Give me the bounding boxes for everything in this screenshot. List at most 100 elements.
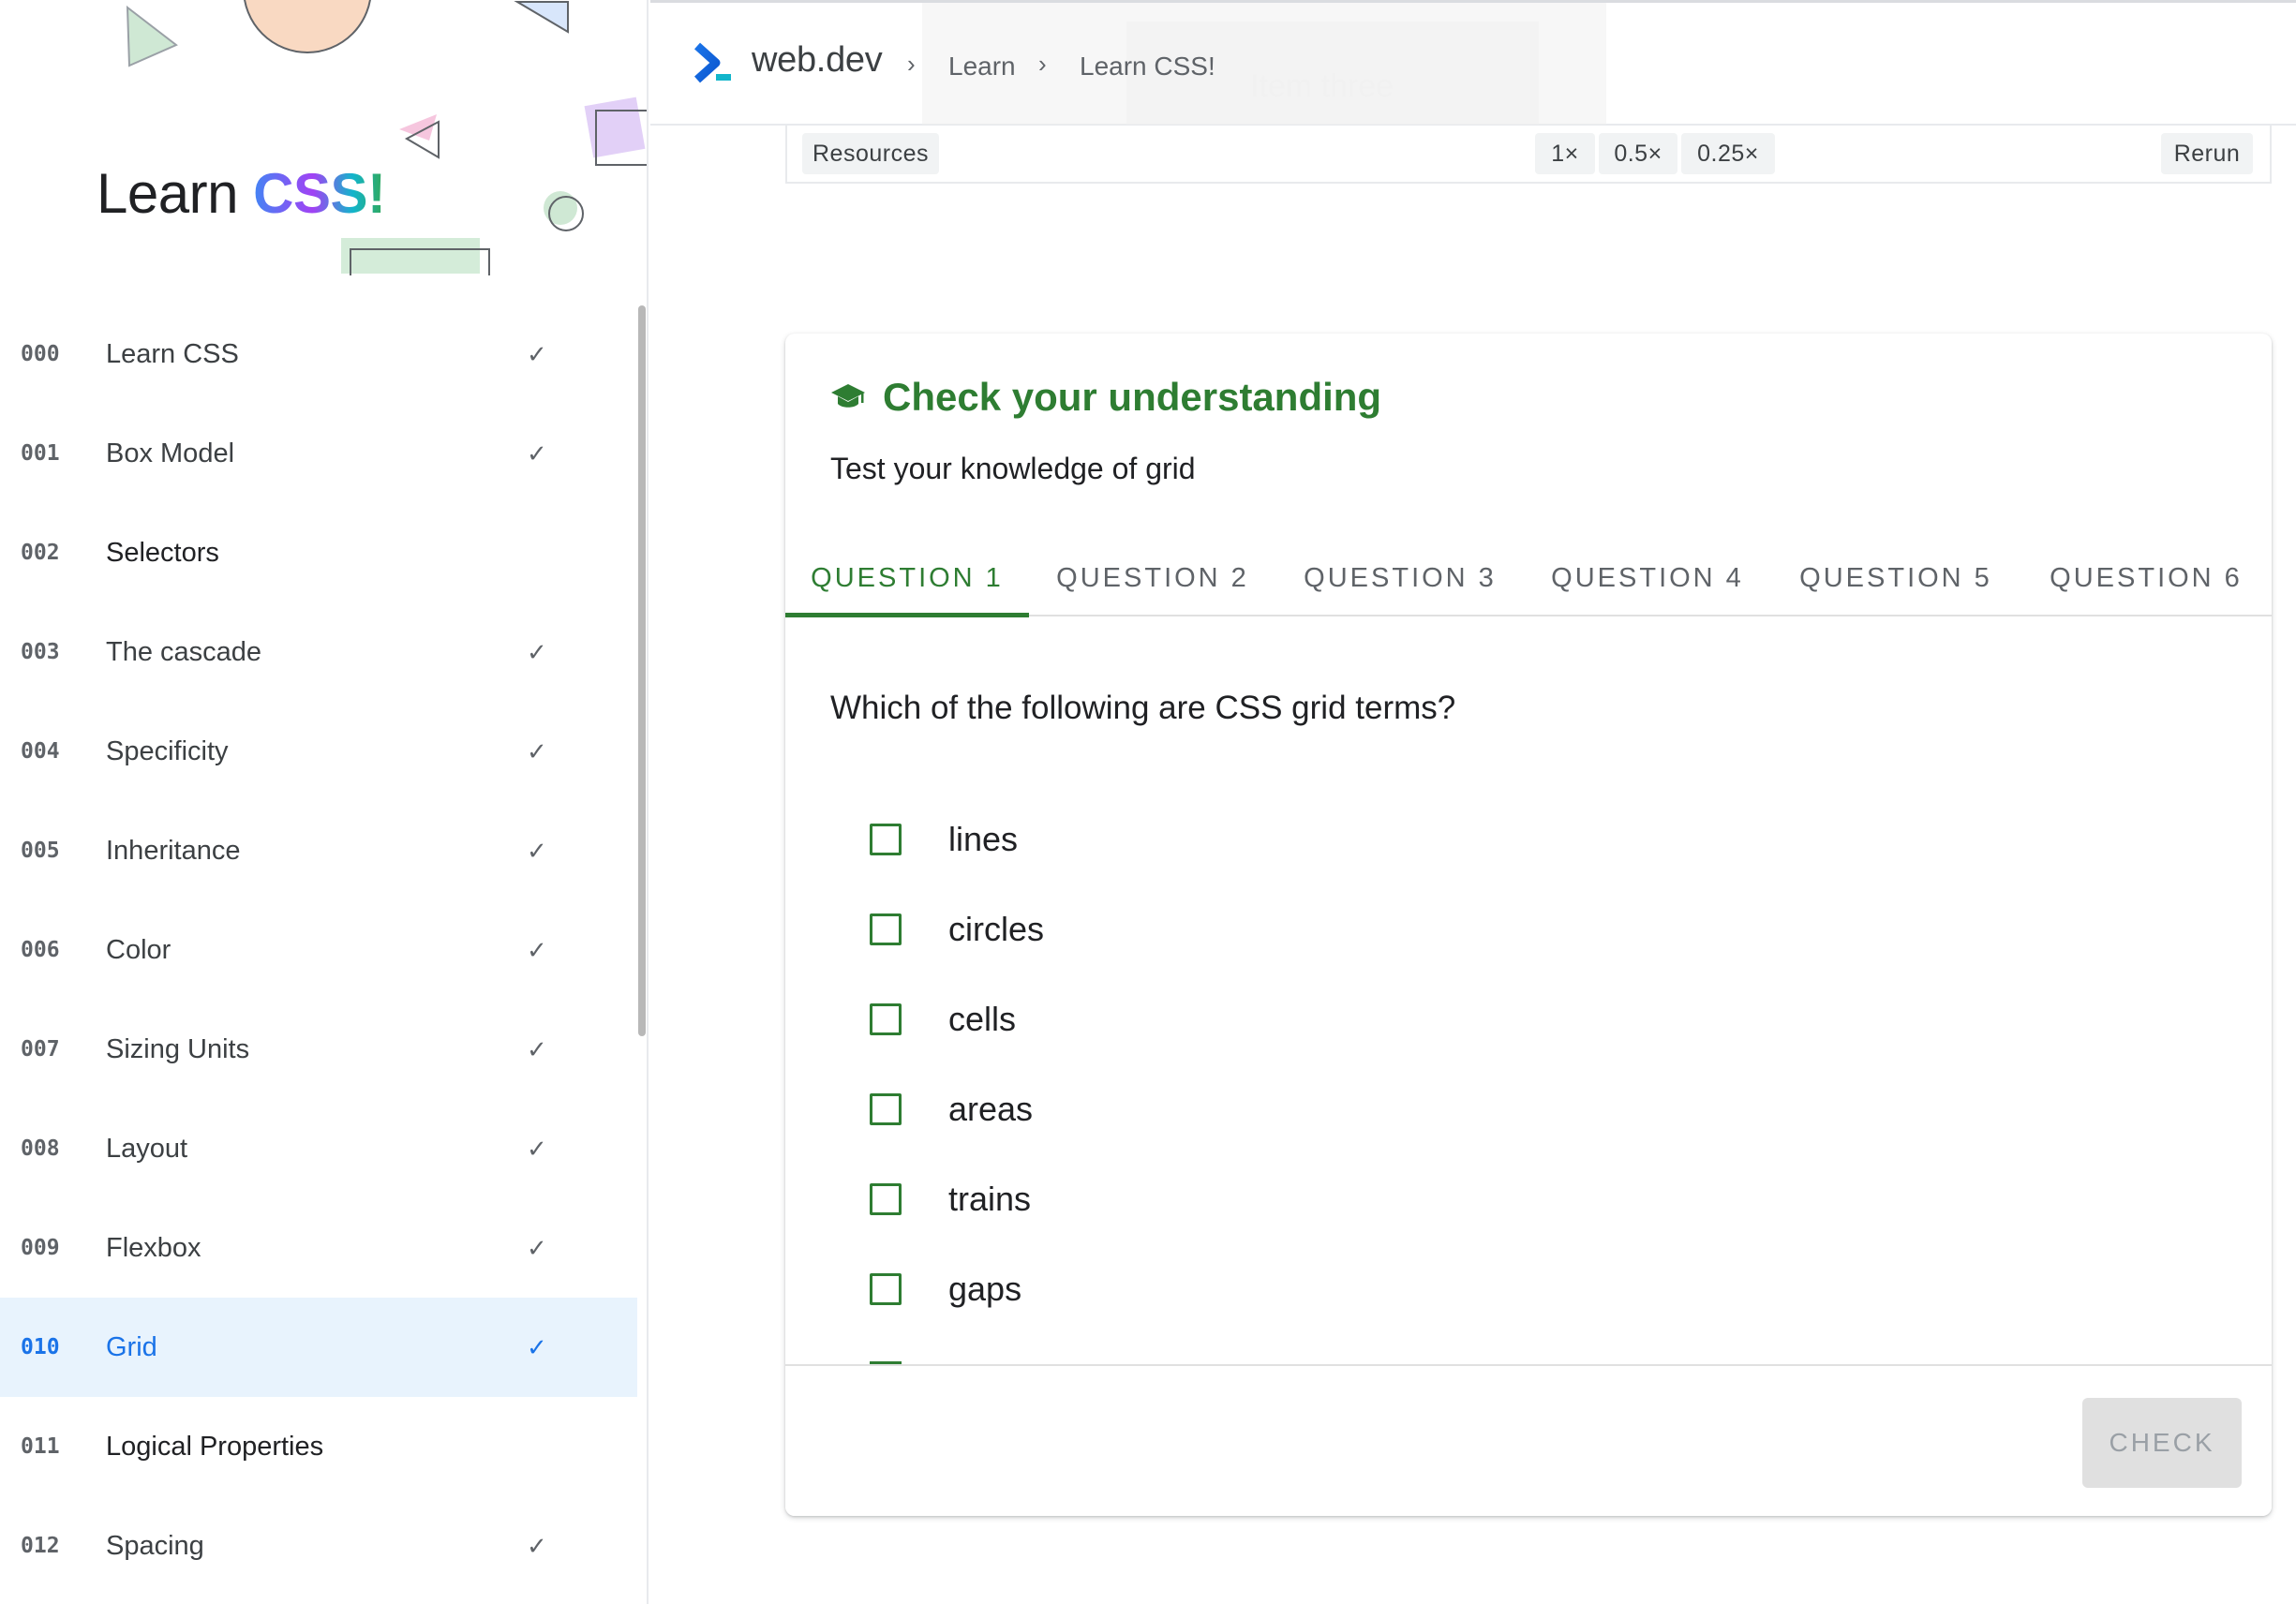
module-number: 009	[21, 1236, 60, 1260]
module-number: 000	[21, 342, 60, 366]
rerun-button[interactable]: Rerun	[2161, 133, 2253, 174]
checkmark-icon: ✓	[527, 1332, 547, 1361]
module-label: Layout	[106, 1133, 188, 1164]
breadcrumb-learn-css[interactable]: Learn CSS!	[1080, 52, 1215, 82]
speed-0.25x-button[interactable]: 0.25×	[1681, 133, 1775, 174]
option-trains[interactable]: trains	[870, 1171, 1031, 1227]
decorative-square-purple	[584, 97, 647, 166]
sidebar-item-selectors[interactable]: 002 Selectors	[0, 503, 637, 602]
breadcrumb-separator: ›	[1038, 50, 1047, 78]
module-label: Color	[106, 934, 171, 965]
option-label: lines	[948, 820, 1019, 858]
quiz-subtitle: Test your knowledge of grid	[830, 452, 1196, 485]
graduation-cap-icon	[831, 384, 865, 408]
sidebar-item-grid[interactable]: 010 Grid ✓	[0, 1298, 637, 1397]
module-number: 007	[21, 1037, 60, 1062]
checkmark-icon: ✓	[527, 1034, 547, 1063]
module-number: 012	[21, 1534, 60, 1558]
option-checkbox[interactable]	[870, 1003, 902, 1035]
sidebar-item-layout[interactable]: 008 Layout ✓	[0, 1099, 637, 1198]
quiz-card: Check your understanding Test your knowl…	[785, 334, 2272, 1516]
decorative-triangle-green	[126, 5, 178, 67]
speed-0.5x-button[interactable]: 0.5×	[1599, 133, 1677, 174]
module-label: Learn CSS	[106, 338, 239, 369]
sidebar-hero: Learn CSS!	[0, 0, 647, 281]
sidebar-item-logical-properties[interactable]: 011 Logical Properties	[0, 1397, 637, 1496]
quiz-footer: CHECK	[785, 1364, 2272, 1516]
checkmark-icon: ✓	[527, 935, 547, 964]
tab-question-3[interactable]: QUESTION 3	[1276, 542, 1524, 615]
module-label: Box Model	[106, 438, 235, 468]
sidebar-item-inheritance[interactable]: 005 Inheritance ✓	[0, 801, 637, 900]
tab-question-5[interactable]: QUESTION 5	[1771, 542, 2020, 615]
decorative-circle-green	[544, 191, 584, 231]
tab-question-4[interactable]: QUESTION 4	[1524, 542, 1771, 615]
decorative-circle-peach	[244, 0, 371, 53]
tab-question-1[interactable]: QUESTION 1	[785, 542, 1029, 617]
option-lines[interactable]: lines	[870, 811, 1018, 868]
module-number: 005	[21, 839, 60, 863]
module-label: Specificity	[106, 735, 229, 766]
sidebar-scrollbar[interactable]	[638, 305, 646, 1036]
option-cells[interactable]: cells	[870, 991, 1016, 1047]
module-label: Inheritance	[106, 835, 241, 866]
option-checkbox[interactable]	[870, 1273, 902, 1305]
module-label: Flexbox	[106, 1232, 201, 1263]
course-title: Learn CSS!	[97, 162, 386, 225]
checkmark-icon: ✓	[527, 1233, 547, 1262]
option-areas[interactable]: areas	[870, 1081, 1033, 1137]
site-logo-text[interactable]: web.dev	[752, 40, 883, 81]
checkmark-icon: ✓	[527, 736, 547, 765]
module-label: Grid	[106, 1331, 157, 1362]
quiz-heading: Check your understanding	[830, 375, 1381, 420]
sidebar-item-spacing[interactable]: 012 Spacing ✓	[0, 1496, 637, 1596]
option-checkbox[interactable]	[870, 1093, 902, 1125]
module-number: 001	[21, 441, 60, 466]
module-list: 000 Learn CSS ✓ 001 Box Model ✓ 002 Selectors 00…	[0, 304, 637, 1596]
module-label: The cascade	[106, 636, 262, 667]
course-sidebar: Learn CSS! 000 Learn CSS ✓ 001 Box Model ✓ 002…	[0, 0, 649, 1604]
webdev-chevron-icon[interactable]	[692, 40, 738, 83]
module-number: 008	[21, 1136, 60, 1161]
check-button[interactable]: CHECK	[2082, 1398, 2242, 1488]
option-checkbox[interactable]	[870, 1183, 902, 1215]
speed-1x-button[interactable]: 1×	[1535, 133, 1595, 174]
option-checkbox[interactable]	[870, 824, 902, 855]
decorative-triangle-pink	[399, 114, 440, 159]
decorative-triangle-blue	[514, 0, 569, 34]
sidebar-item-color[interactable]: 006 Color ✓	[0, 900, 637, 1000]
breadcrumb-learn[interactable]: Learn	[948, 52, 1016, 82]
question-text: Which of the following are CSS grid term…	[830, 690, 1456, 726]
question-tabs: QUESTION 1 QUESTION 2 QUESTION 3 QUESTION 4…	[785, 542, 2272, 617]
checkmark-icon: ✓	[527, 1134, 547, 1163]
quiz-title: Check your understanding	[883, 375, 1382, 419]
option-gaps[interactable]: gaps	[870, 1261, 1021, 1317]
sidebar-item-specificity[interactable]: 004 Specificity ✓	[0, 702, 637, 801]
option-label: gaps	[948, 1270, 1022, 1308]
top-bar: Item three web.dev › Learn › Learn CSS!	[650, 0, 2296, 126]
option-label: areas	[948, 1090, 1034, 1128]
module-number: 004	[21, 739, 60, 764]
module-label: Logical Properties	[106, 1431, 324, 1462]
sidebar-item-sizing-units[interactable]: 007 Sizing Units ✓	[0, 1000, 637, 1099]
sidebar-item-box-model[interactable]: 001 Box Model ✓	[0, 404, 637, 503]
tab-question-6[interactable]: QUESTION 6	[2020, 542, 2272, 615]
resources-button[interactable]: Resources	[802, 133, 939, 174]
decorative-rect-green	[341, 238, 490, 275]
background-demo-text: Item three	[1250, 68, 1394, 104]
module-label: Sizing Units	[106, 1033, 250, 1064]
module-number: 002	[21, 541, 60, 565]
checkmark-icon: ✓	[527, 637, 547, 666]
module-number: 011	[21, 1434, 60, 1459]
option-label: circles	[948, 910, 1045, 948]
module-number: 006	[21, 938, 60, 962]
demo-toolbar: Resources 1× 0.5× 0.25× Rerun	[785, 126, 2272, 184]
sidebar-item-flexbox[interactable]: 009 Flexbox ✓	[0, 1198, 637, 1298]
tab-question-2[interactable]: QUESTION 2	[1029, 542, 1276, 615]
option-checkbox[interactable]	[870, 913, 902, 945]
sidebar-item-the-cascade[interactable]: 003 The cascade ✓	[0, 602, 637, 702]
checkmark-icon: ✓	[527, 836, 547, 865]
option-circles[interactable]: circles	[870, 901, 1044, 958]
option-label: cells	[948, 1000, 1017, 1038]
sidebar-item-learn-css[interactable]: 000 Learn CSS ✓	[0, 304, 637, 404]
